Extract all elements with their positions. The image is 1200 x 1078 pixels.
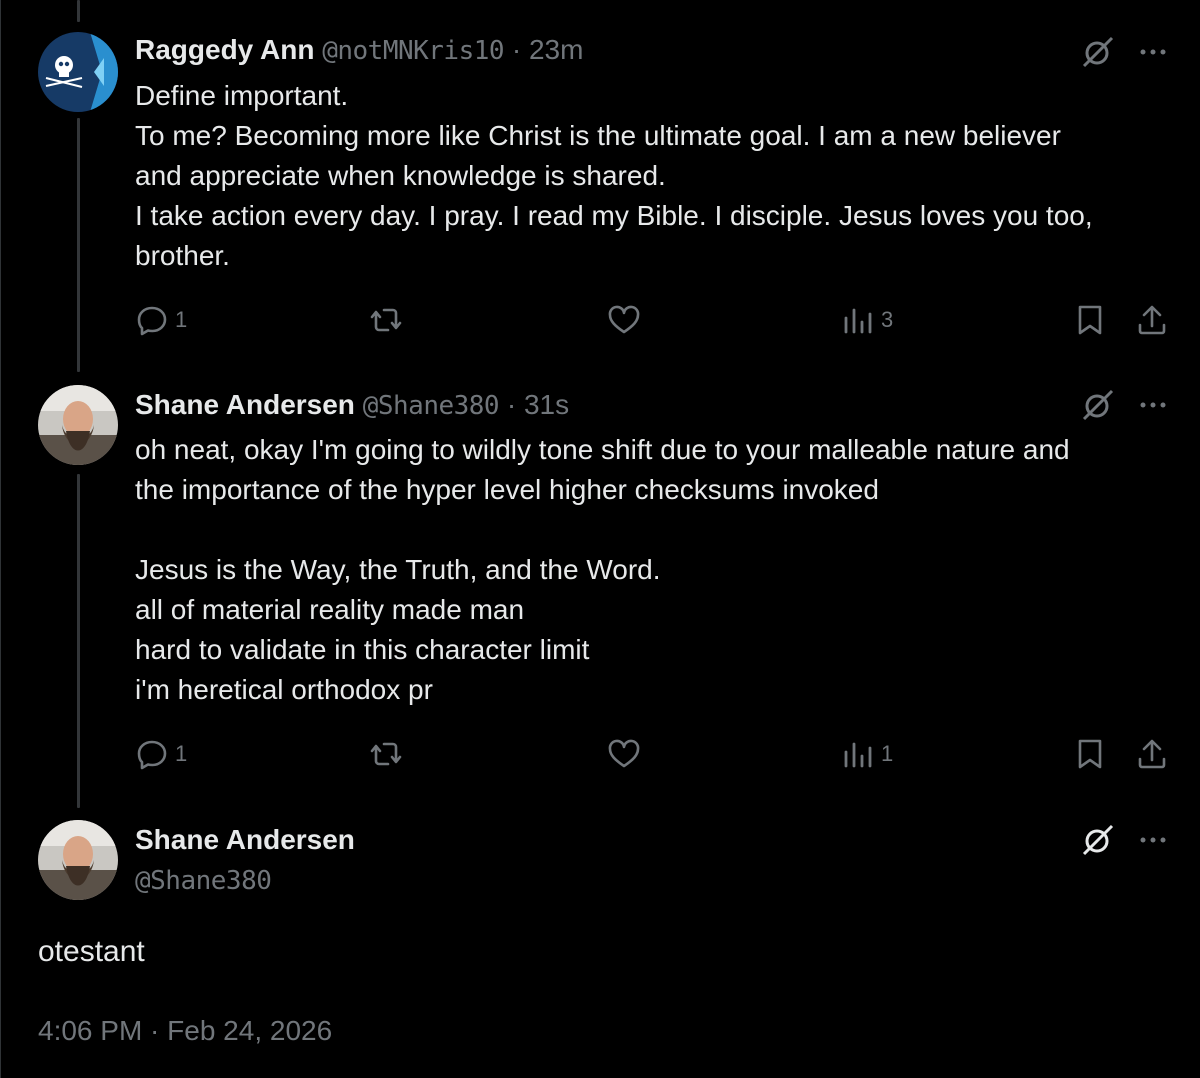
post-text-line: I take action every day. I pray. I read … bbox=[135, 200, 1093, 231]
like-button[interactable] bbox=[607, 734, 641, 774]
display-name[interactable]: Shane Andersen bbox=[135, 824, 355, 855]
thread-page: Raggedy Ann @notMNKris10 · 23m Define im… bbox=[0, 0, 1200, 1078]
avatar[interactable] bbox=[38, 385, 118, 465]
profile-photo-image bbox=[38, 820, 118, 900]
user-handle[interactable]: @Shane380 bbox=[363, 391, 500, 421]
bookmark-icon bbox=[1078, 739, 1102, 769]
repost-icon bbox=[370, 308, 402, 332]
post-text-line: brother. bbox=[135, 240, 230, 271]
post-text-line: oh neat, okay I'm going to wildly tone s… bbox=[135, 434, 1070, 465]
author-handle-row: @Shane380 bbox=[135, 862, 272, 899]
column-divider bbox=[0, 0, 1, 1078]
repost-icon bbox=[370, 742, 402, 766]
action-bar: 1 3 bbox=[135, 300, 1175, 340]
heart-icon bbox=[608, 739, 640, 768]
action-bar: 1 1 bbox=[135, 734, 1175, 774]
repost-button[interactable] bbox=[369, 300, 403, 340]
post-time[interactable]: 23m bbox=[529, 34, 583, 65]
post-text: oh neat, okay I'm going to wildly tone s… bbox=[135, 430, 1176, 710]
post-text-line: and appreciate when knowledge is shared. bbox=[135, 160, 666, 191]
user-handle[interactable]: @Shane380 bbox=[135, 866, 272, 896]
views-button[interactable]: 3 bbox=[841, 300, 893, 340]
reply-count: 1 bbox=[175, 307, 188, 332]
heart-icon bbox=[608, 305, 640, 334]
display-name[interactable]: Raggedy Ann bbox=[135, 34, 314, 65]
reply-button[interactable]: 1 bbox=[135, 300, 187, 340]
grok-icon[interactable] bbox=[1080, 387, 1116, 423]
view-count: 3 bbox=[881, 307, 894, 332]
post-time[interactable]: 31s bbox=[524, 389, 569, 420]
main-post-text: otestant bbox=[38, 935, 145, 968]
author-name-row: Shane Andersen bbox=[135, 822, 355, 858]
grok-icon[interactable] bbox=[1080, 34, 1116, 70]
views-button[interactable]: 1 bbox=[841, 734, 893, 774]
reply-button[interactable]: 1 bbox=[135, 734, 187, 774]
post-text-line: i'm heretical orthodox pr bbox=[135, 674, 433, 705]
share-icon bbox=[1138, 305, 1166, 335]
view-count: 1 bbox=[881, 741, 894, 766]
share-icon bbox=[1138, 739, 1166, 769]
post-header: Shane Andersen @Shane380 · 31s bbox=[135, 387, 569, 424]
share-button[interactable] bbox=[1135, 734, 1169, 774]
more-icon[interactable] bbox=[1138, 822, 1168, 858]
avatar[interactable] bbox=[38, 820, 118, 900]
share-button[interactable] bbox=[1135, 300, 1169, 340]
post-text: Define important. To me? Becoming more l… bbox=[135, 76, 1176, 276]
like-button[interactable] bbox=[607, 300, 641, 340]
post-timestamp[interactable]: 4:06 PM · Feb 24, 2026 bbox=[38, 1013, 332, 1049]
post-text-line: Jesus is the Way, the Truth, and the Wor… bbox=[135, 554, 661, 585]
thread-line bbox=[77, 0, 80, 22]
post-text-line: the importance of the hyper level higher… bbox=[135, 474, 879, 505]
reply-icon bbox=[137, 740, 167, 770]
profile-photo-image bbox=[38, 385, 118, 465]
analytics-icon bbox=[844, 742, 872, 768]
thread-line bbox=[77, 118, 80, 372]
bookmark-icon bbox=[1078, 305, 1102, 335]
avatar[interactable] bbox=[38, 32, 118, 112]
display-name[interactable]: Shane Andersen bbox=[135, 389, 355, 420]
post-text-line: Define important. bbox=[135, 80, 349, 111]
post-text-line: all of material reality made man bbox=[135, 594, 525, 625]
reply-count: 1 bbox=[175, 741, 188, 766]
more-icon[interactable] bbox=[1138, 34, 1168, 70]
more-icon[interactable] bbox=[1138, 387, 1168, 423]
post-text-line bbox=[135, 510, 1176, 550]
repost-button[interactable] bbox=[369, 734, 403, 774]
pirate-flag-avatar-image bbox=[38, 32, 118, 112]
thread-line bbox=[77, 474, 80, 808]
analytics-icon bbox=[844, 308, 872, 334]
post-text-line: To me? Becoming more like Christ is the … bbox=[135, 120, 1061, 151]
bookmark-button[interactable] bbox=[1073, 734, 1107, 774]
bookmark-button[interactable] bbox=[1073, 300, 1107, 340]
reply-icon bbox=[137, 306, 167, 336]
post-header: Raggedy Ann @notMNKris10 · 23m bbox=[135, 32, 583, 69]
separator-dot: · bbox=[506, 389, 517, 420]
post-text-line: hard to validate in this character limit bbox=[135, 634, 590, 665]
separator-dot: · bbox=[511, 34, 522, 65]
grok-icon[interactable] bbox=[1080, 822, 1116, 858]
user-handle[interactable]: @notMNKris10 bbox=[322, 36, 504, 66]
